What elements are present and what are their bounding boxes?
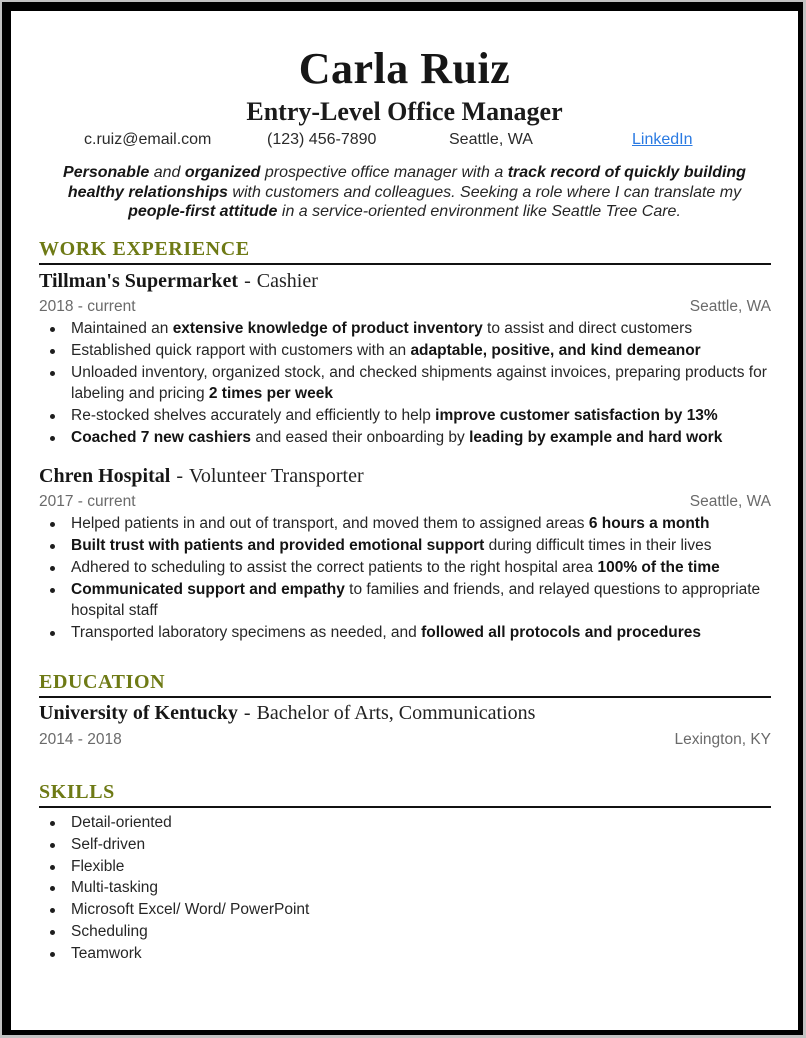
summary: Personable and organized prospective off…	[51, 163, 758, 222]
job-meta: 2017 - current Seattle, WA	[39, 492, 771, 512]
bullet-item: Adhered to scheduling to assist the corr…	[39, 558, 771, 579]
body-text: with customers and colleagues. Seeking a…	[227, 183, 742, 201]
body-text: Established quick rapport with customers…	[71, 342, 411, 359]
job-heading: Chren Hospital - Volunteer Transporter	[39, 464, 771, 488]
body-text: during difficult times in their lives	[484, 537, 712, 554]
job-bullets: Helped patients in and out of transport,…	[39, 514, 771, 645]
body-text: Transported laboratory specimens as need…	[71, 623, 422, 641]
job-meta: 2018 - current Seattle, WA	[39, 297, 771, 317]
bullet-item: Re-stocked shelves accurately and effici…	[39, 406, 771, 427]
candidate-title: Entry-Level Office Manager	[246, 97, 563, 126]
contact-phone: (123) 456-7890	[267, 131, 377, 148]
skill-item: Teamwork	[39, 944, 771, 965]
emphasis-text: adaptable, positive, and kind demeanor	[410, 342, 701, 359]
education-meta: 2014 - 2018 Lexington, KY	[39, 730, 771, 750]
education-school: University of Kentucky	[39, 702, 238, 724]
bullet-item: Maintained an extensive knowledge of pro…	[39, 319, 771, 340]
job-separator: -	[176, 465, 183, 487]
emphasis-text: organized	[184, 164, 261, 181]
job-location: Seattle, WA	[689, 298, 771, 315]
emphasis-text: Personable	[63, 164, 150, 181]
section-heading-skills: SKILLS	[39, 780, 771, 808]
skill-item: Microsoft Excel/ Word/ PowerPoint	[39, 900, 771, 921]
emphasis-text: people-first attitude	[128, 203, 278, 220]
skill-item: Self-driven	[39, 835, 771, 856]
emphasis-text: Built trust with patients and provided e…	[71, 537, 485, 554]
job-location: Seattle, WA	[689, 493, 771, 510]
bullet-item: Communicated support and empathy to fami…	[39, 580, 771, 621]
bullet-item: Built trust with patients and provided e…	[39, 536, 771, 557]
body-text: prospective office manager with a	[260, 164, 508, 181]
job-bullets: Maintained an extensive knowledge of pro…	[39, 319, 771, 450]
skill-item: Multi-tasking	[39, 878, 771, 899]
emphasis-text: Coached 7 new cashiers	[71, 428, 252, 446]
page-frame: Carla Ruiz Entry-Level Office Manager c.…	[2, 2, 803, 1035]
bullet-item: Helped patients in and out of transport,…	[39, 514, 771, 535]
body-text: Adhered to scheduling to assist the corr…	[71, 559, 598, 576]
education-location: Lexington, KY	[674, 731, 771, 748]
job-dates: 2018 - current	[39, 298, 136, 315]
job-organization: Tillman's Supermarket	[39, 270, 239, 292]
skill-item: Flexible	[39, 857, 771, 878]
body-text: Unloaded inventory, organized stock, and…	[71, 364, 767, 402]
emphasis-text: 6 hours a month	[588, 515, 710, 532]
body-text: and	[149, 164, 185, 181]
skills-list: Detail-oriented Self-driven Flexible Mul…	[39, 813, 771, 966]
skill-item: Scheduling	[39, 922, 771, 943]
linkedin-link[interactable]: LinkedIn	[632, 129, 693, 151]
emphasis-text: extensive knowledge of product inventory	[172, 320, 483, 337]
emphasis-text: 100% of the time	[597, 559, 720, 576]
emphasis-text: 2 times per week	[208, 384, 333, 402]
emphasis-text: leading by example and hard work	[469, 428, 723, 446]
section-heading-education: EDUCATION	[39, 670, 771, 698]
candidate-name: Carla Ruiz	[298, 44, 511, 93]
education-separator: -	[243, 702, 251, 724]
body-text: and eased their onboarding by	[251, 428, 470, 446]
emphasis-text: Communicated support and empathy	[71, 581, 345, 598]
contact-location: Seattle, WA	[449, 131, 533, 148]
job-organization: Chren Hospital	[39, 465, 171, 487]
education-dates: 2014 - 2018	[39, 731, 122, 748]
section-heading-work-experience: WORK EXPERIENCE	[39, 237, 771, 265]
body-text: in a service-oriented environment like S…	[277, 203, 681, 220]
job-heading: Tillman's Supermarket - Cashier	[39, 269, 771, 293]
bullet-item: Unloaded inventory, organized stock, and…	[39, 363, 771, 404]
emphasis-text: followed all protocols and procedures	[421, 623, 702, 641]
resume-page: Carla Ruiz Entry-Level Office Manager c.…	[11, 11, 798, 1030]
emphasis-text: improve customer satisfaction by 13%	[435, 406, 718, 424]
body-text: Maintained an	[71, 320, 173, 337]
bullet-item: Transported laboratory specimens as need…	[39, 623, 771, 644]
bullet-item: Coached 7 new cashiers and eased their o…	[39, 428, 771, 449]
body-text: to assist and direct customers	[482, 320, 693, 337]
job-role: Volunteer Transporter	[189, 465, 364, 487]
job-dates: 2017 - current	[39, 493, 136, 510]
education-heading: University of Kentucky - Bachelor of Arts,…	[39, 701, 771, 725]
contact-email: c.ruiz@email.com	[84, 131, 212, 148]
contact-info: c.ruiz@email.com (123) 456-7890 Seattle,…	[11, 129, 798, 151]
body-text: Re-stocked shelves accurately and effici…	[71, 406, 436, 424]
job-separator: -	[244, 270, 251, 292]
job-role: Cashier	[256, 270, 318, 292]
education-degree: Bachelor of Arts, Communications	[256, 702, 536, 724]
skill-item: Detail-oriented	[39, 813, 771, 834]
body-text: Helped patients in and out of transport,…	[71, 515, 589, 532]
bullet-item: Established quick rapport with customers…	[39, 341, 771, 362]
